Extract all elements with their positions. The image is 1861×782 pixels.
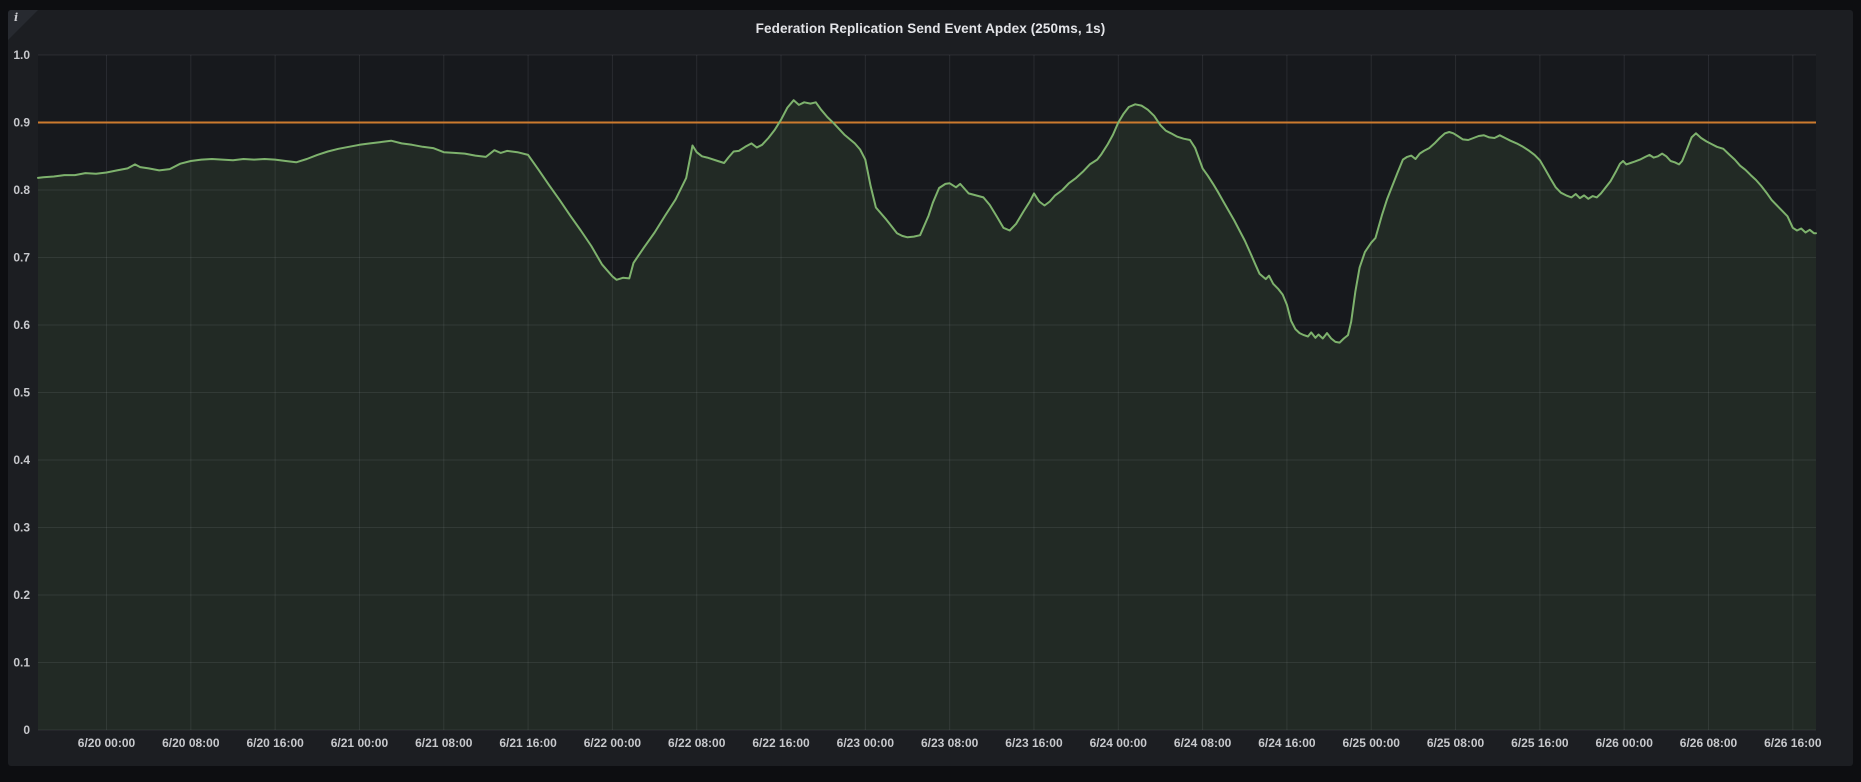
x-tick-label: 6/22 08:00 [668,736,726,750]
x-tick-label: 6/25 08:00 [1427,736,1485,750]
y-tick-label: 0 [23,723,30,737]
x-tick-label: 6/24 16:00 [1258,736,1316,750]
grafana-panel: i Federation Replication Send Event Apde… [8,10,1853,766]
x-tick-label: 6/21 08:00 [415,736,473,750]
y-tick-label: 1.0 [13,48,30,62]
x-tick-label: 6/24 00:00 [1090,736,1148,750]
y-tick-label: 0.6 [13,318,30,332]
y-tick-label: 0.3 [13,521,30,535]
timeseries-chart[interactable]: 1.0 0.9 0.8 0.7 0.6 0.5 0.4 0.3 0.2 0.1 0 6/20 00:0… [8,10,1853,766]
y-tick-label: 0.5 [13,386,30,400]
x-tick-label: 6/22 16:00 [752,736,810,750]
x-tick-label: 6/21 16:00 [499,736,557,750]
x-tick-label: 6/23 08:00 [921,736,979,750]
x-tick-label: 6/26 00:00 [1595,736,1653,750]
y-tick-label: 0.7 [13,251,30,265]
x-tick-label: 6/20 00:00 [78,736,136,750]
x-tick-label: 6/24 08:00 [1174,736,1232,750]
x-tick-label: 6/26 16:00 [1764,736,1822,750]
y-tick-label: 0.9 [13,116,30,130]
x-tick-label: 6/22 00:00 [584,736,642,750]
x-tick-label: 6/20 16:00 [246,736,304,750]
x-tick-label: 6/26 08:00 [1680,736,1738,750]
x-tick-label: 6/21 00:00 [331,736,389,750]
x-tick-label: 6/25 00:00 [1343,736,1401,750]
y-tick-label: 0.4 [13,453,30,467]
x-tick-label: 6/20 08:00 [162,736,220,750]
x-tick-label: 6/23 16:00 [1005,736,1063,750]
x-tick-label: 6/23 00:00 [837,736,895,750]
y-tick-label: 0.8 [13,183,30,197]
y-tick-label: 0.2 [13,588,30,602]
x-tick-label: 6/25 16:00 [1511,736,1569,750]
y-tick-label: 0.1 [13,656,30,670]
